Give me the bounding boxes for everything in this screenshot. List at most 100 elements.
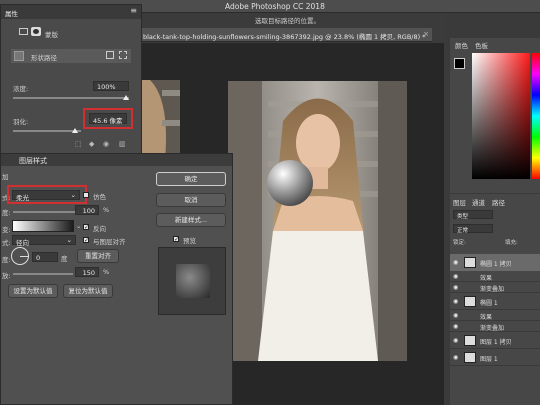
dither-checkbox[interactable] <box>83 192 89 198</box>
document-tab-label: black-tank-top-holding-sunflowers-smilin… <box>143 33 426 41</box>
shape-path-row[interactable]: 形状路径 <box>11 49 131 63</box>
blend-mode-select[interactable]: 正常 <box>453 224 493 234</box>
gradient-dropdown-icon[interactable]: ⌄ <box>76 222 81 230</box>
gradient-label: 变: <box>2 226 11 234</box>
visibility-eye-icon[interactable]: ◉ <box>453 284 458 291</box>
layer-name: 图层 1 拷贝 <box>480 339 512 346</box>
density-slider[interactable] <box>13 97 129 99</box>
gradient-sphere <box>267 160 313 206</box>
apply-mask-bottom-icon[interactable]: ◆ <box>89 140 94 148</box>
foreground-color-swatch[interactable] <box>454 58 465 69</box>
color-saturation-field[interactable] <box>472 53 530 179</box>
chevron-down-icon: ⌄ <box>66 236 72 244</box>
angle-label: 度: <box>2 256 11 264</box>
document-tab[interactable]: black-tank-top-holding-sunflowers-smilin… <box>140 28 432 42</box>
style-select[interactable]: 径向 ⌄ <box>12 235 76 247</box>
panel-menu-icon[interactable]: ≡ <box>130 6 137 15</box>
tab-layers[interactable]: 图层 <box>453 197 466 207</box>
document-photo[interactable] <box>228 81 407 361</box>
opacity-input[interactable]: 100 <box>75 205 99 215</box>
layer-row[interactable]: ◉ 椭圆 1 <box>450 293 540 310</box>
layer-name: 椭圆 1 拷贝 <box>480 261 512 268</box>
align-layer-checkbox[interactable]: ✓ <box>83 237 89 244</box>
make-default-button[interactable]: 设置为默认值 <box>8 284 58 298</box>
reset-default-button[interactable]: 复位为默认值 <box>63 284 113 298</box>
new-style-button[interactable]: 新建样式... <box>156 213 226 227</box>
tab-channels[interactable]: 通道 <box>472 197 485 207</box>
shape-path-label: 形状路径 <box>31 54 57 62</box>
reverse-label: 反向 <box>93 225 106 233</box>
section-label: 加 <box>2 173 9 181</box>
opacity-label: 度: <box>2 209 11 217</box>
shape-thumbnail <box>14 51 24 61</box>
layer-effect-row[interactable]: ◉ 效果 <box>450 310 540 321</box>
pixel-mask-icon[interactable] <box>19 28 28 35</box>
layer-thumbnail <box>464 352 476 363</box>
scale-slider[interactable] <box>13 273 73 275</box>
visibility-eye-icon[interactable]: ◉ <box>453 337 458 344</box>
tab-color[interactable]: 颜色 <box>455 40 468 50</box>
properties-panel: 属性 ≡ 蒙版 形状路径 浓度: 100% 羽化: 45.6 像素 ⬚ ◆ ◉ … <box>0 4 142 154</box>
visibility-eye-icon[interactable]: ◉ <box>453 312 458 319</box>
apply-mask-icon[interactable] <box>119 51 127 59</box>
cancel-button[interactable]: 取消 <box>156 193 226 207</box>
layer-name: 渐变叠加 <box>480 325 505 332</box>
chevron-down-icon: ⌄ <box>70 191 76 199</box>
scale-input[interactable]: 150 <box>75 267 99 277</box>
tab-properties[interactable]: 属性 <box>5 8 18 18</box>
visibility-eye-icon[interactable]: ◉ <box>453 354 458 361</box>
layer-row[interactable]: ◉ 图层 1 <box>450 349 540 366</box>
layer-filter-select[interactable]: 类型 <box>453 210 493 220</box>
app-title: Adobe Photoshop CC 2018 <box>225 2 325 11</box>
layer-effect-row[interactable]: ◉ 渐变叠加 <box>450 282 540 293</box>
layers-panel: 图层 通道 路径 类型 正常 锁定: 填充: ◉ 椭圆 1 拷贝 ◉ 效果 ◉ 渐变叠加 ◉… <box>450 194 540 405</box>
reset-align-button[interactable]: 重置对齐 <box>77 249 119 263</box>
angle-unit: 度 <box>61 255 68 263</box>
layer-row[interactable]: ◉ 椭圆 1 拷贝 <box>450 254 540 271</box>
feather-slider-thumb[interactable] <box>72 128 78 133</box>
visibility-eye-icon[interactable]: ◉ <box>453 298 458 305</box>
hue-slider[interactable] <box>532 53 540 179</box>
layer-name: 效果 <box>480 314 493 321</box>
density-input[interactable]: 100% <box>93 81 129 91</box>
dialog-title-bar[interactable]: 图层样式 <box>1 154 232 166</box>
status-notice: 选取目标路径的位置。 <box>255 17 320 25</box>
angle-dial[interactable] <box>11 247 29 265</box>
properties-tab-bar: 属性 ≡ <box>1 5 141 19</box>
mask-type-label: 蒙版 <box>45 31 58 39</box>
visibility-eye-icon[interactable]: ◉ <box>453 273 458 280</box>
tab-swatches[interactable]: 色板 <box>475 40 488 50</box>
tab-paths[interactable]: 路径 <box>492 197 505 207</box>
layer-effect-row[interactable]: ◉ 效果 <box>450 271 540 282</box>
fill-label: 填充: <box>505 240 518 246</box>
angle-input[interactable]: 0 <box>32 252 58 262</box>
density-label: 浓度: <box>13 85 29 93</box>
close-tab-icon[interactable]: × <box>423 30 429 38</box>
density-slider-thumb[interactable] <box>123 95 129 100</box>
visibility-eye-icon[interactable]: ◉ <box>453 323 458 330</box>
visibility-icon[interactable]: ◉ <box>103 140 109 148</box>
lock-label: 锁定: <box>453 240 466 246</box>
reverse-checkbox[interactable]: ✓ <box>83 224 89 231</box>
preview-checkbox[interactable]: ✓ <box>173 236 179 243</box>
gradient-picker[interactable] <box>12 220 74 232</box>
select-mask-icon[interactable] <box>106 51 114 59</box>
layer-row[interactable]: ◉ 图层 1 拷贝 <box>450 332 540 349</box>
feather-input[interactable]: 45.6 像素 <box>89 113 127 125</box>
dialog-title: 图层样式 <box>19 157 47 165</box>
preview-label: 预览 <box>183 237 196 245</box>
style-value: 径向 <box>16 239 29 247</box>
style-preview <box>158 247 226 315</box>
load-selection-icon[interactable]: ⬚ <box>75 140 82 148</box>
ok-button[interactable]: 确定 <box>156 172 226 186</box>
vector-mask-icon[interactable] <box>31 27 41 36</box>
layer-effect-row[interactable]: ◉ 渐变叠加 <box>450 321 540 332</box>
feather-slider[interactable] <box>13 130 81 132</box>
visibility-eye-icon[interactable]: ◉ <box>453 259 458 266</box>
align-layer-label: 与图层对齐 <box>93 238 126 246</box>
blend-mode-select[interactable]: 柔光 ⌄ <box>12 190 80 202</box>
layer-name: 椭圆 1 <box>480 300 498 307</box>
delete-mask-icon[interactable]: ▥ <box>119 140 126 148</box>
document-photo-left-edge <box>140 80 180 160</box>
opacity-unit: % <box>103 206 110 214</box>
